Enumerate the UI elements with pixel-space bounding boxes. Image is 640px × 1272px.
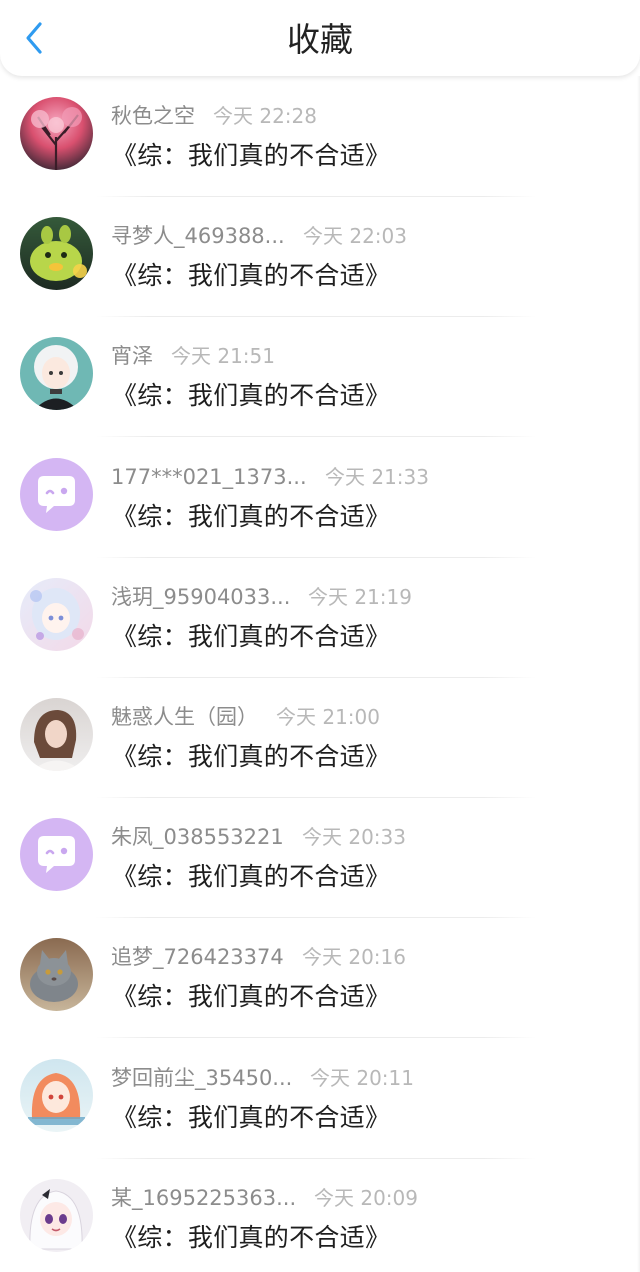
username[interactable]: 宵泽 [111,342,153,370]
row-divider [96,1037,536,1039]
user-avatar[interactable] [20,818,93,892]
favorite-item[interactable]: 魅惑人生（园） 今天 21:00 《综：我们真的不合适》 [0,691,640,811]
book-title[interactable]: 《综：我们真的不合适》 [112,1220,390,1256]
user-avatar[interactable] [20,457,93,531]
favorite-item[interactable]: 秋色之空 今天 22:28 《综：我们真的不合适》 [0,90,640,210]
favorites-list: 秋色之空 今天 22:28 《综：我们真的不合适》 寻梦人_469388... 今天 2… [0,90,640,1272]
book-title[interactable]: 《综：我们真的不合适》 [112,739,390,775]
row-divider [96,436,536,438]
timestamp: 今天 20:16 [302,945,406,970]
book-title[interactable]: 《综：我们真的不合适》 [112,138,390,174]
favorite-item[interactable]: 寻梦人_469388... 今天 22:03 《综：我们真的不合适》 [0,210,640,330]
row-divider [96,676,536,678]
user-avatar[interactable] [20,938,93,1012]
book-title[interactable]: 《综：我们真的不合适》 [112,979,390,1015]
username[interactable]: 梦回前尘_35450... [111,1064,292,1092]
username[interactable]: 朱凤_038553221 [111,823,284,851]
favorite-item[interactable]: 宵泽 今天 21:51 《综：我们真的不合适》 [0,330,640,450]
username[interactable]: 追梦_726423374 [111,943,284,971]
favorite-item[interactable]: 177***021_1373... 今天 21:33 《综：我们真的不合适》 [0,451,640,571]
favorite-item[interactable]: 某_1695225363... 今天 20:09 《综：我们真的不合适》 [0,1172,640,1272]
row-divider [96,1157,536,1159]
favorite-item[interactable]: 追梦_726423374 今天 20:16 《综：我们真的不合适》 [0,931,640,1051]
row-divider [96,917,536,919]
timestamp: 今天 20:11 [310,1065,414,1090]
timestamp: 今天 20:33 [302,825,406,850]
book-title[interactable]: 《综：我们真的不合适》 [112,619,390,655]
book-title[interactable]: 《综：我们真的不合适》 [112,499,390,535]
timestamp: 今天 21:19 [308,584,412,609]
username[interactable]: 秋色之空 [111,102,195,130]
username[interactable]: 浅玥_95904033... [111,583,290,611]
user-avatar[interactable] [20,577,93,651]
top-navigation-bar: 收藏 [0,0,640,76]
favorite-item[interactable]: 浅玥_95904033... 今天 21:19 《综：我们真的不合适》 [0,571,640,691]
row-divider [96,316,536,318]
user-avatar[interactable] [20,1178,93,1252]
book-title[interactable]: 《综：我们真的不合适》 [112,258,390,294]
favorite-item[interactable]: 梦回前尘_35450... 今天 20:11 《综：我们真的不合适》 [0,1052,640,1172]
timestamp: 今天 22:28 [213,104,317,128]
timestamp: 今天 21:33 [325,464,429,489]
timestamp: 今天 21:00 [276,704,380,729]
username[interactable]: 某_1695225363... [111,1184,296,1212]
user-avatar[interactable] [20,337,93,411]
row-divider [96,796,536,798]
favorites-page: 收藏 秋色之空 今天 22:28 《综：我们真的不合适》 寻梦人_469388... 今… [0,0,640,1272]
book-title[interactable]: 《综：我们真的不合适》 [112,1100,390,1136]
row-divider [96,556,536,558]
user-avatar[interactable] [20,97,93,170]
timestamp: 今天 21:51 [171,344,275,369]
page-title: 收藏 [287,20,353,59]
username[interactable]: 177***021_1373... [111,463,307,491]
timestamp: 今天 20:09 [314,1185,418,1210]
user-avatar[interactable] [20,217,93,291]
username[interactable]: 寻梦人_469388... [111,222,285,250]
user-avatar[interactable] [20,697,93,771]
book-title[interactable]: 《综：我们真的不合适》 [112,859,390,895]
favorite-item[interactable]: 朱凤_038553221 今天 20:33 《综：我们真的不合适》 [0,811,640,931]
book-title[interactable]: 《综：我们真的不合适》 [112,378,390,414]
timestamp: 今天 22:03 [303,224,407,249]
row-divider [96,196,536,197]
username[interactable]: 魅惑人生（园） [111,703,258,731]
user-avatar[interactable] [20,1058,93,1132]
